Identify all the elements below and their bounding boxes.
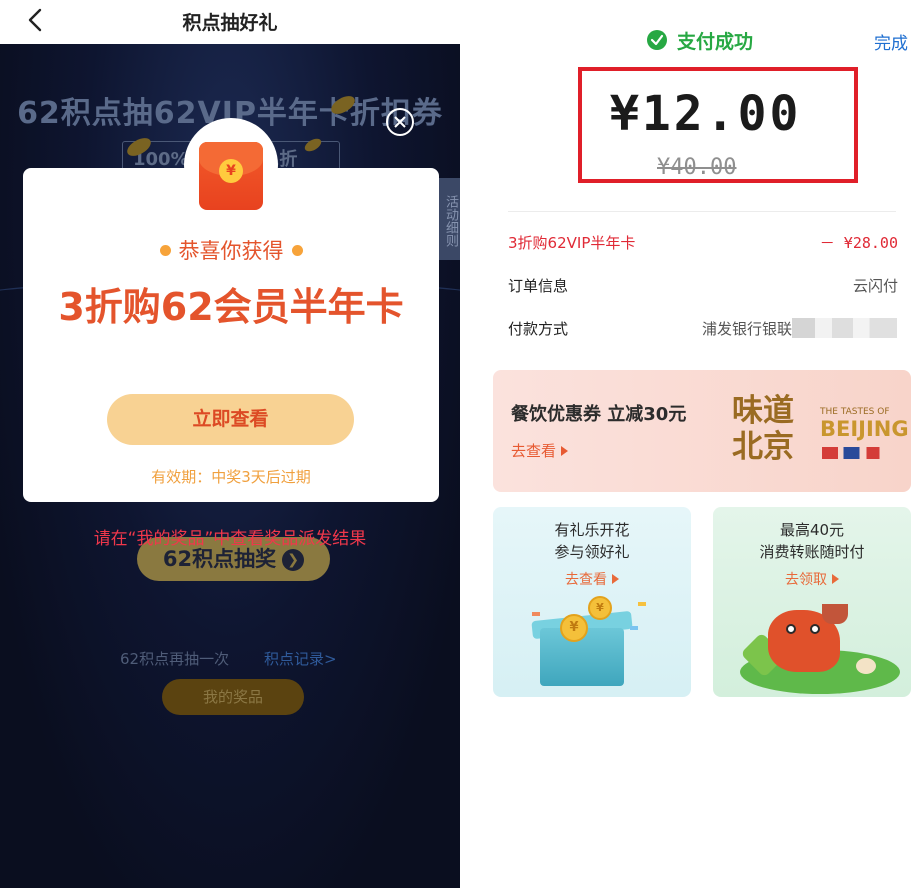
coupon-title: 餐饮优惠券 立减30元: [511, 404, 687, 425]
validity-text: 有效期：中奖3天后过期: [151, 468, 311, 486]
dragon-eye: [786, 624, 796, 634]
logo-english-small: THE TASTES OF: [820, 407, 890, 417]
promo-transfer-link[interactable]: 去领取: [713, 569, 911, 589]
paid-amount: ¥12.00: [610, 86, 802, 142]
original-amount: ¥40.00: [657, 155, 737, 180]
dragon-eye: [810, 624, 820, 634]
promo-card-gift-title: 有礼乐开花参与领好礼: [493, 519, 691, 563]
screenshot-root: 积点抽好礼 62积点抽62VIP半年卡折扣券 100%中奖 最低1折 活动细则 …: [0, 0, 922, 888]
triangle-right-icon: [612, 574, 619, 584]
congrats-heading: 恭喜你获得: [23, 235, 439, 265]
coin-icon: ¥: [588, 596, 612, 620]
promo-transfer-line-1: 最高40元: [779, 521, 845, 539]
my-prizes-button[interactable]: 我的奖品: [162, 679, 304, 715]
confetti-icon: [638, 602, 646, 606]
draw-button-label: 62积点抽奖: [162, 547, 277, 571]
promo-gift-link[interactable]: 去查看: [493, 569, 691, 589]
masked-card-number: [792, 318, 897, 338]
logo-line-1: 味道: [732, 393, 794, 429]
promo-transfer-line-2: 消费转账随时付: [759, 543, 865, 561]
logo-english-big: BEIJING: [820, 417, 909, 441]
triangle-right-icon: [561, 446, 569, 456]
prize-modal: [23, 168, 439, 502]
draw-again-text: 62积点再抽一次: [120, 650, 230, 668]
payment-status: 支付成功: [677, 31, 754, 53]
yuan-coin-icon: ¥: [219, 159, 243, 183]
payment-panel: 支付成功 完成 ¥12.00 ¥40.00 3折购62VIP半年卡 － ¥28.…: [460, 0, 922, 888]
prize-name: 3折购62会员半年卡: [58, 285, 404, 329]
discount-value: － ¥28.00: [819, 234, 898, 252]
top-nav-bar: 积点抽好礼: [0, 0, 460, 44]
coupon-view-link[interactable]: 去查看: [511, 440, 569, 461]
order-info-value: 云闪付: [852, 277, 898, 295]
sparkle-icon: [159, 245, 171, 256]
page-title: 积点抽好礼: [182, 12, 278, 34]
coin-icon: ¥: [560, 614, 588, 642]
sparkle-icon: [291, 245, 303, 256]
logo-line-2: 北京: [732, 429, 794, 465]
egg-icon: [856, 658, 876, 674]
view-now-button[interactable]: 立即查看: [107, 394, 354, 445]
rules-tab[interactable]: 活动细则: [438, 178, 460, 260]
triangle-right-icon: [832, 574, 839, 584]
promo-card-transfer-title: 最高40元消费转账随时付: [713, 519, 911, 563]
congrats-text: 恭喜你获得: [178, 239, 284, 263]
arrow-right-icon: ❯: [282, 549, 305, 571]
points-record-link[interactable]: 积点记录>: [264, 648, 337, 669]
promo-gift-link-label: 去查看: [565, 572, 607, 588]
confetti-icon: [532, 612, 540, 616]
promo-gift-line-2: 参与领好礼: [554, 543, 630, 561]
discount-label: 3折购62VIP半年卡: [508, 234, 636, 252]
payment-method-label: 付款方式: [508, 320, 569, 338]
confetti-icon: [630, 626, 638, 630]
promo-gift-line-1: 有礼乐开花: [554, 521, 630, 539]
sponsor-badges: [822, 447, 894, 459]
prize-notice: 请在“我的奖品”中查看奖品派发结果: [93, 529, 367, 549]
order-info-label: 订单信息: [508, 277, 569, 295]
tastes-of-beijing-logo: 味道 北京 THE TASTES OF BEIJING: [732, 393, 909, 471]
payment-method-value: 浦发银行银联: [701, 320, 792, 338]
done-button[interactable]: 完成: [874, 29, 908, 54]
check-circle-icon: [647, 30, 667, 50]
pot-icon: [822, 604, 848, 624]
coupon-link-label: 去查看: [511, 442, 557, 460]
divider: [508, 211, 896, 212]
close-icon[interactable]: [385, 107, 415, 137]
lottery-panel: 积点抽好礼 62积点抽62VIP半年卡折扣券 100%中奖 最低1折 活动细则 …: [0, 0, 460, 888]
promo-transfer-link-label: 去领取: [785, 572, 827, 588]
logo-chinese-text: 味道 北京: [732, 393, 794, 465]
